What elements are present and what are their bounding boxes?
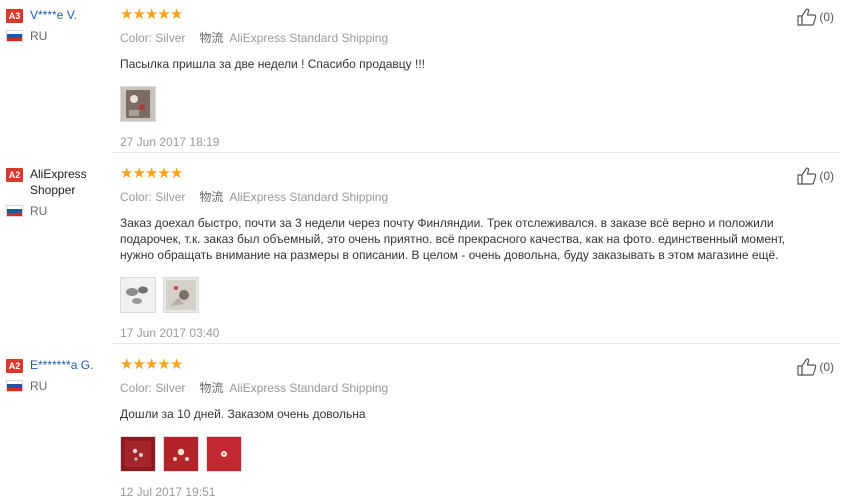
star-icon: ★: [169, 356, 184, 373]
reviewer-info: A2 E*******a G. RU: [6, 357, 112, 393]
star-icon: ★: [157, 356, 171, 373]
divider: [112, 152, 840, 153]
review-text: Пасылка пришла за две недели ! Спасибо п…: [120, 57, 426, 71]
order-info: Color: Silver 物流 AliExpress Standard Shi…: [120, 29, 820, 46]
color-label: Color:: [120, 380, 153, 395]
review-photo[interactable]: [120, 436, 156, 472]
star-icon: ★: [144, 6, 159, 23]
review-content: ★ ★ ★ ★ ★ Color: Silver 物流 AliExpress Standa…: [120, 6, 820, 149]
country-code: RU: [30, 29, 48, 43]
star-icon: ★: [120, 165, 134, 182]
helpful-button[interactable]: (0): [797, 358, 834, 376]
divider: [112, 343, 840, 344]
review-text-line: подарочек, т.к. заказ был объемный, это …: [120, 232, 786, 246]
color-value: Silver: [155, 30, 186, 45]
buyer-level-badge: A2: [6, 359, 23, 373]
star-icon: ★: [169, 165, 184, 182]
logistics-icon: 物流: [199, 190, 224, 204]
review-date: 17 Jun 2017 03:40: [120, 326, 220, 340]
star-icon: ★: [132, 356, 146, 373]
color-label: Color:: [120, 30, 153, 45]
review-photo[interactable]: [120, 277, 156, 313]
review-text: Дошли за 10 дней. Заказом очень довольна: [120, 407, 366, 421]
helpful-count: (0): [819, 10, 834, 24]
country-code: RU: [30, 379, 48, 393]
color-value: Silver: [155, 189, 186, 204]
review-text-line: нужно обращать внимание на размеры в опи…: [120, 248, 779, 262]
shipping-method: AliExpress Standard Shipping: [229, 380, 389, 395]
buyer-level-badge: A3: [6, 9, 23, 23]
russia-flag-icon: [6, 380, 23, 392]
star-rating: ★ ★ ★ ★ ★: [120, 6, 820, 23]
review-photos: [120, 277, 820, 313]
star-icon: ★: [144, 356, 159, 373]
buyer-name[interactable]: V****e V.: [30, 7, 77, 23]
star-rating: ★ ★ ★ ★ ★: [120, 165, 820, 182]
country-code: RU: [30, 204, 48, 218]
review-photos: [120, 436, 820, 472]
buyer-name[interactable]: E*******a G.: [30, 357, 93, 373]
helpful-button[interactable]: (0): [797, 167, 834, 185]
thumbs-up-icon: [797, 167, 817, 185]
helpful-count: (0): [819, 169, 834, 183]
star-icon: ★: [157, 6, 171, 23]
buyer-name: AliExpress Shopper: [30, 167, 87, 197]
color-label: Color:: [120, 189, 153, 204]
review-content: ★ ★ ★ ★ ★ Color: Silver 物流 AliExpress Standa…: [120, 165, 820, 340]
russia-flag-icon: [6, 205, 23, 217]
russia-flag-icon: [6, 30, 23, 42]
review-photo[interactable]: [163, 436, 199, 472]
review-photos: [120, 86, 820, 122]
helpful-count: (0): [819, 360, 834, 374]
star-icon: ★: [157, 165, 171, 182]
reviewer-info: A3 V****e V. RU: [6, 7, 112, 43]
thumbs-up-icon: [797, 8, 817, 26]
helpful-button[interactable]: (0): [797, 8, 834, 26]
order-info: Color: Silver 物流 AliExpress Standard Shi…: [120, 379, 820, 396]
review-date: 27 Jun 2017 18:19: [120, 135, 220, 149]
star-icon: ★: [120, 356, 134, 373]
star-icon: ★: [144, 165, 159, 182]
star-icon: ★: [132, 6, 146, 23]
color-value: Silver: [155, 380, 186, 395]
buyer-level-badge: A2: [6, 168, 23, 182]
logistics-icon: 物流: [199, 31, 224, 45]
shipping-method: AliExpress Standard Shipping: [229, 189, 389, 204]
review-text-line: Заказ доехал быстро, почти за 3 недели ч…: [120, 216, 774, 230]
review-photo[interactable]: [206, 436, 242, 472]
review-date: 12 Jul 2017 19:51: [120, 485, 216, 499]
shipping-method: AliExpress Standard Shipping: [229, 30, 389, 45]
thumbs-up-icon: [797, 358, 817, 376]
review-photo[interactable]: [163, 277, 199, 313]
star-icon: ★: [169, 6, 184, 23]
reviewer-info: A2 AliExpress Shopper RU: [6, 166, 112, 218]
order-info: Color: Silver 物流 AliExpress Standard Shi…: [120, 188, 820, 205]
star-icon: ★: [120, 6, 134, 23]
star-rating: ★ ★ ★ ★ ★: [120, 356, 820, 373]
review-photo[interactable]: [120, 86, 156, 122]
review-text: Заказ доехал быстро, почти за 3 недели ч…: [120, 215, 820, 263]
logistics-icon: 物流: [199, 381, 224, 395]
review-content: ★ ★ ★ ★ ★ Color: Silver 物流 AliExpress Standa…: [120, 356, 820, 499]
star-icon: ★: [132, 165, 146, 182]
